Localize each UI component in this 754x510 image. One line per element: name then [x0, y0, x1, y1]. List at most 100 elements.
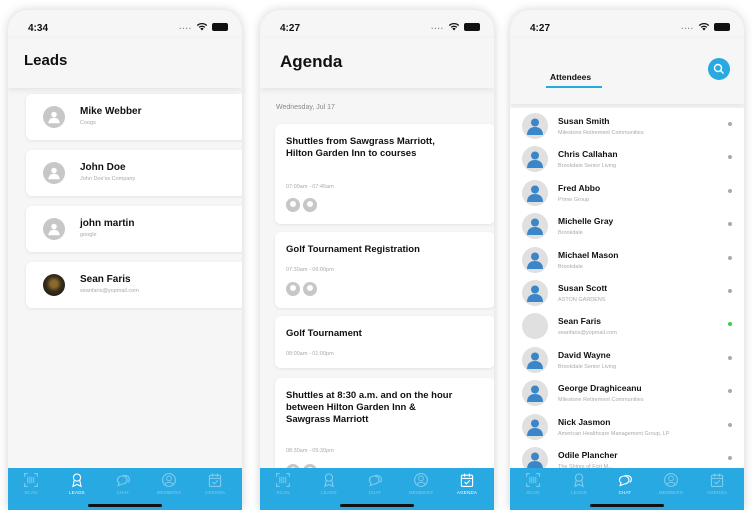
calendar-icon — [710, 473, 724, 487]
person-icon — [527, 151, 543, 169]
attendee-name: Susan Scott — [558, 283, 608, 293]
event-time: 07:30am - 06:00pm — [286, 267, 334, 273]
offline-status-dot — [728, 188, 732, 193]
lead-card[interactable]: John Doe John Doe'ss Company — [26, 150, 242, 196]
attendee-row[interactable]: Chris Callahan Brookdale Senior Living — [510, 143, 744, 176]
home-indicator — [590, 504, 664, 507]
avatar — [522, 313, 548, 340]
wifi-icon — [196, 23, 208, 31]
members-icon — [162, 473, 176, 487]
members-icon — [664, 473, 678, 487]
avatar — [303, 282, 317, 296]
attendee-row[interactable]: Susan Scott ASTON GARDENS — [510, 277, 744, 310]
agenda-phone: 4:27 .... Agenda Wednesday, Jul 17 Shutt… — [260, 10, 494, 510]
attendee-org: Brookdale Senior Living — [558, 363, 617, 370]
avatar — [522, 113, 548, 139]
person-icon — [527, 452, 543, 468]
agenda-event-card[interactable]: Golf Tournament Registration 07:30am - 06… — [275, 232, 494, 308]
attendee-row[interactable]: Odile Plancher The Shires of Fort M... — [510, 444, 744, 468]
event-time: 07:00am - 07:45am — [286, 184, 334, 190]
person-icon — [527, 352, 543, 369]
status-bar: 4:27 .... — [530, 22, 730, 36]
tab-members[interactable]: MEMBERS — [401, 472, 441, 495]
tab-agenda[interactable]: AGENDA — [195, 472, 235, 495]
members-icon — [414, 473, 428, 487]
tab-members[interactable]: MEMBERS — [651, 472, 691, 495]
agenda-header: Agenda — [260, 38, 494, 88]
status-time: 4:34 — [28, 23, 49, 34]
tab-scan[interactable]: SCAN — [263, 472, 303, 495]
avatar — [522, 380, 548, 407]
signal-dots-icon: .... — [431, 22, 444, 31]
tab-chat[interactable]: CHAT — [355, 472, 395, 495]
tab-label: LEADS — [571, 490, 587, 495]
wifi-icon — [698, 23, 710, 31]
person-icon — [527, 118, 543, 135]
attendee-org: Prime Group — [558, 196, 590, 203]
attendee-name: Nick Jasmon — [558, 416, 611, 427]
tab-label: AGENDA — [706, 490, 728, 495]
lead-card[interactable]: john martin google — [26, 206, 242, 252]
leads-phone: 4:34 .... Leads Mike Webber Coogs John Doe… — [8, 10, 242, 510]
status-time: 4:27 — [280, 23, 301, 34]
event-time: 08:30am - 05:30pm — [286, 448, 334, 454]
tab-leads[interactable]: LEADS — [309, 472, 349, 495]
tab-scan[interactable]: SCAN — [11, 472, 51, 495]
attendee-org: seanfaris@yopmail.com — [558, 330, 617, 337]
lead-name: john martin — [80, 218, 135, 229]
agenda-list: Wednesday, Jul 17 Shuttles from Sawgrass… — [260, 88, 494, 468]
tab-chat[interactable]: CHAT — [605, 472, 645, 495]
agenda-event-card[interactable]: Golf Tournament 08:00am - 01:00pm — [275, 316, 494, 368]
lead-card[interactable]: Mike Webber Coogs — [26, 94, 242, 140]
attendee-org: ASTON GARDENS — [558, 297, 606, 303]
attendee-row[interactable]: Fred Abbo Prime Group — [510, 177, 744, 210]
attendee-row[interactable]: Sean Faris seanfaris@yopmail.com — [510, 310, 744, 343]
attendee-row[interactable]: Michael Mason Brookdale — [510, 244, 744, 277]
tab-leads[interactable]: LEADS — [559, 472, 599, 495]
chat-bubbles-icon — [368, 474, 382, 487]
offline-status-dot — [728, 456, 732, 460]
tab-attendees[interactable]: Attendees — [550, 72, 591, 82]
attendee-org: Brookdale Senior Living — [558, 163, 617, 170]
tab-agenda[interactable]: AGENDA — [697, 472, 737, 495]
tab-scan[interactable]: SCAN — [513, 472, 553, 495]
attendee-name: Fred Abbo — [558, 182, 601, 193]
event-attendee-avatars — [286, 198, 317, 212]
qr-scan-icon — [526, 473, 540, 487]
attendee-row[interactable]: Michelle Gray Brookdale — [510, 210, 744, 243]
avatar — [303, 198, 317, 212]
attendee-org: American Healthcare Management Group, LP — [558, 430, 670, 437]
qr-scan-icon — [276, 473, 290, 487]
search-button[interactable] — [708, 58, 730, 80]
attendee-row[interactable]: George Draghiceanu Milestone Retirement C… — [510, 377, 744, 410]
avatar — [286, 282, 300, 296]
tab-chat[interactable]: CHAT — [103, 472, 143, 495]
offline-status-dot — [728, 255, 732, 260]
event-title: Shuttles from Sawgrass Marriott, Hilton … — [286, 136, 435, 159]
attendee-org: Milestone Retirement Communities — [558, 130, 644, 136]
agenda-event-card[interactable]: Shuttles at 8:30 a.m. and on the hour be… — [275, 378, 494, 468]
qr-scan-icon — [24, 473, 38, 487]
attendee-row[interactable]: Nick Jasmon American Healthcare Managemen… — [510, 411, 744, 444]
attendee-row[interactable]: David Wayne Brookdale Senior Living — [510, 344, 744, 377]
attendee-name: Sean Faris — [558, 316, 601, 327]
battery-icon — [212, 22, 228, 31]
offline-status-dot — [728, 155, 732, 160]
lead-company: Coogs — [80, 120, 96, 126]
tab-label: MEMBERS — [658, 490, 684, 495]
status-bar: 4:34 .... — [28, 22, 228, 36]
signal-dots-icon: .... — [179, 22, 192, 31]
agenda-event-card[interactable]: Shuttles from Sawgrass Marriott, Hilton … — [275, 124, 494, 224]
tab-label: SCAN — [526, 490, 540, 495]
tab-members[interactable]: MEMBERS — [149, 472, 189, 495]
attendee-row[interactable]: Susan Smith Milestone Retirement Communit… — [510, 110, 744, 143]
tab-agenda[interactable]: AGENDA — [447, 472, 487, 495]
attendee-name: David Wayne — [558, 349, 611, 360]
tab-leads[interactable]: LEADS — [57, 472, 97, 495]
tab-label: MEMBERS — [156, 490, 182, 495]
battery-icon — [464, 22, 480, 31]
status-time: 4:27 — [530, 23, 551, 34]
lead-card[interactable]: Sean Faris seanfaris@yopmail.com — [26, 262, 242, 308]
avatar — [43, 162, 65, 184]
offline-status-dot — [728, 422, 732, 427]
